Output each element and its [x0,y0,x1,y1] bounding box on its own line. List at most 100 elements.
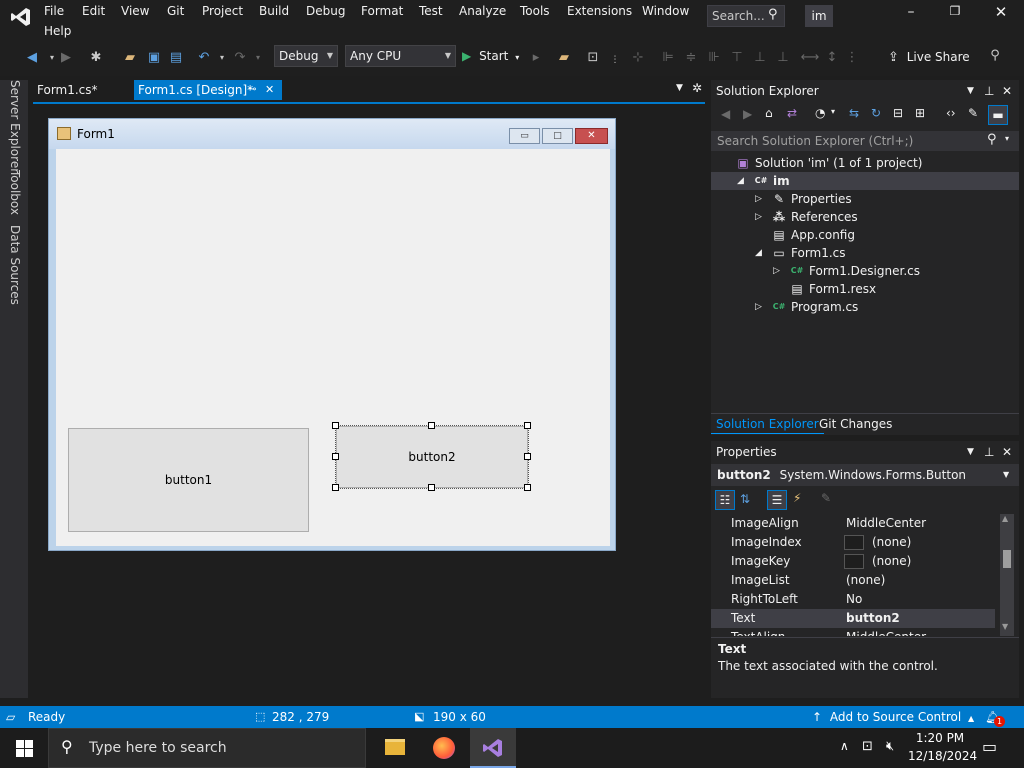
panel-options-icon[interactable]: ▼ [967,441,974,463]
menu-format[interactable]: Format [361,1,403,21]
menu-test[interactable]: Test [419,1,443,21]
button2[interactable]: button2 [335,425,529,489]
align-tops-icon[interactable]: ⊤ [727,48,747,68]
property-value[interactable]: (none) [872,533,911,552]
property-row-imageindex[interactable]: ImageIndex (none) [711,533,995,552]
refresh-icon[interactable]: ↻ [871,106,881,120]
menu-analyze[interactable]: Analyze [459,1,506,21]
view-code-icon[interactable]: ‹› [946,106,956,120]
show-all-files-icon[interactable]: ⊞ [915,106,925,120]
property-value[interactable]: MiddleCenter [846,514,926,533]
menu-project[interactable]: Project [202,1,243,21]
menu-view[interactable]: View [121,1,149,21]
menu-window[interactable]: Window [642,1,689,21]
collapsed-arrow-icon[interactable]: ▷ [755,208,762,226]
sync-icon[interactable]: ⇆ [849,106,859,120]
scroll-down-icon[interactable]: ▼ [1002,622,1008,631]
output-icon[interactable]: ▱ [6,706,15,728]
back-icon[interactable]: ◀ [721,107,730,121]
menu-git[interactable]: Git [167,1,184,21]
taskbar-search[interactable]: ⚲ Type here to search [48,728,366,768]
solution-search-box[interactable]: Search Solution Explorer (Ctrl+;) ⚲ ▾ [711,131,1019,151]
restore-icon[interactable]: ❐ [944,4,966,18]
windows-start-icon[interactable] [16,740,33,757]
clock-time[interactable]: 1:20 PM [910,731,970,745]
tab-dropdown-icon[interactable]: ▼ [676,83,683,93]
gear-icon[interactable]: ✲ [692,81,702,95]
tab-solution-explorer[interactable]: Solution Explorer [711,414,824,434]
tab-form1-design[interactable]: Form1.cs [Design]* ⊸ ✕ [134,80,282,100]
collapsed-arrow-icon[interactable]: ▷ [773,262,780,280]
property-value[interactable]: No [846,590,862,609]
search-box[interactable]: Search... ⚲ [707,5,785,27]
panel-options-icon[interactable]: ▼ [967,80,974,102]
open-folder-icon[interactable]: ▰ [120,48,140,68]
property-row-righttoleft[interactable]: RightToLeft No [711,590,995,609]
resize-handle-top-left[interactable] [332,422,339,429]
property-value[interactable]: MiddleCenter [846,628,926,636]
tab-data-sources[interactable]: Data Sources [8,225,22,305]
tree-item-im[interactable]: ◢ C# im [711,172,1019,190]
save-icon[interactable]: ▣ [144,48,164,68]
expanded-arrow-icon[interactable]: ◢ [755,244,762,262]
clock-date[interactable]: 12/18/2024 [908,749,977,763]
property-grid-scrollbar[interactable]: ▲ ▼ [1000,514,1014,636]
resize-handle-top-right[interactable] [524,422,531,429]
pin-icon[interactable]: ⊥ [984,441,994,463]
menu-help[interactable]: Help [44,21,71,41]
pin-icon[interactable]: ⊸ [248,80,256,100]
taskbar-search-input[interactable]: Type here to search [89,740,227,756]
network-icon[interactable]: ⊡ [862,739,873,754]
scrollbar-thumb[interactable] [1003,550,1011,568]
make-same-width-icon[interactable]: ⟷ [800,48,820,68]
resize-handle-top[interactable] [428,422,435,429]
menu-build[interactable]: Build [259,1,289,21]
tree-item-references[interactable]: ▷ ⁂ References [711,208,1019,226]
menu-debug[interactable]: Debug [306,1,345,21]
firefox-taskbar-button[interactable] [421,728,467,768]
menu-edit[interactable]: Edit [82,1,105,21]
chevron-down-icon[interactable]: ▾ [831,107,835,116]
tree-item-form1-resx[interactable]: ▤ Form1.resx [711,280,1019,298]
properties-wrench-icon[interactable]: ✎ [968,106,978,120]
property-row-imagelist[interactable]: ImageList (none) [711,571,995,590]
tab-server-explorer[interactable]: Server Explorer [8,80,22,173]
tab-toolbox[interactable]: Toolbox [8,170,22,215]
new-project-icon[interactable]: ✱ [86,48,106,68]
resize-handle-bottom-left[interactable] [332,484,339,491]
button1[interactable]: button1 [68,428,309,532]
tree-item-form1-designer-cs[interactable]: ▷ C# Form1.Designer.cs [711,262,1019,280]
menu-tools[interactable]: Tools [520,1,550,21]
resize-handle-right[interactable] [524,453,531,460]
property-value[interactable]: (none) [872,552,911,571]
browse-folder-icon[interactable]: ▰ [554,48,574,68]
expanded-arrow-icon[interactable]: ◢ [737,172,744,190]
volume-muted-icon[interactable]: 🔇︎ [886,739,894,754]
alphabetical-icon[interactable]: ⇅ [740,492,750,506]
resize-handle-left[interactable] [332,453,339,460]
align-bottoms-icon[interactable]: ⊥ [773,48,793,68]
pending-changes-filter-icon[interactable]: ◔ [815,106,825,120]
forward-icon[interactable]: ▶ [56,48,76,68]
property-row-imagealign[interactable]: ImageAlign MiddleCenter [711,514,995,533]
show-hidden-icons-icon[interactable]: ∧ [840,739,849,753]
scroll-up-icon[interactable]: ▲ [1002,514,1008,523]
tree-item-form1-cs[interactable]: ◢ ▭ Form1.cs [711,244,1019,262]
action-center-icon[interactable]: ▭ [982,737,997,756]
close-icon[interactable]: ✕ [990,3,1012,21]
menu-file[interactable]: File [44,1,64,21]
property-row-textalign[interactable]: TextAlign MiddleCenter [711,628,995,636]
toolbar-overflow-icon[interactable]: ⋮ [605,50,625,70]
chevron-down-icon[interactable]: ▾ [1005,134,1009,143]
tree-item-app-config[interactable]: ▤ App.config [711,226,1019,244]
align-middles-icon[interactable]: ⊥ [750,48,770,68]
property-pages-icon[interactable]: ✎ [821,491,831,505]
align-lefts-icon[interactable]: ⊫ [658,48,678,68]
redo-dropdown-icon[interactable]: ▾ [248,48,268,68]
property-value[interactable]: (none) [846,571,885,590]
solution-search-input[interactable]: Search Solution Explorer (Ctrl+;) [717,134,913,148]
save-all-icon[interactable]: ▤ [166,48,186,68]
tree-item-program-cs[interactable]: ▷ C# Program.cs [711,298,1019,316]
events-lightning-icon[interactable]: ⚡ [793,491,801,505]
toolbar-overflow-icon[interactable]: ⋮ [842,48,862,68]
